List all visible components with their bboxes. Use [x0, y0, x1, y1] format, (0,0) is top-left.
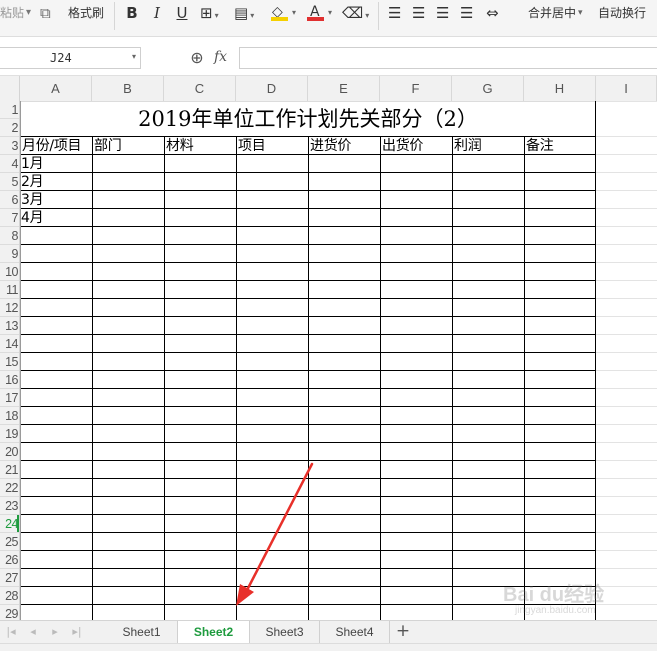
justify-icon[interactable]: ☰: [460, 0, 473, 26]
fill-color-swatch: [271, 17, 288, 21]
font-color-icon: A: [310, 4, 320, 20]
underline-button[interactable]: U: [174, 0, 190, 26]
border-icon[interactable]: ⊞ ▾: [200, 0, 219, 26]
next-sheet-icon[interactable]: ▸: [46, 623, 64, 641]
wrap-text-button[interactable]: 自动换行: [598, 0, 646, 26]
align-left-icon[interactable]: ☰: [388, 0, 401, 26]
last-sheet-icon[interactable]: ▸|: [68, 623, 86, 641]
fill-color-button[interactable]: ◇ ▾: [270, 0, 296, 26]
add-sheet-icon[interactable]: +: [393, 621, 413, 643]
align-right-icon[interactable]: ☰: [436, 0, 449, 26]
conditional-format-icon[interactable]: ▤ ▾: [234, 0, 254, 26]
sheet-tab-bar: |◂ ◂ ▸ ▸| Sheet1 Sheet2 Sheet3 Sheet4 +: [0, 620, 657, 643]
format-painter-button[interactable]: 格式刷: [68, 0, 104, 26]
align-center-icon[interactable]: ☰: [412, 0, 425, 26]
fx-icon[interactable]: fx: [214, 49, 227, 65]
copy-icon[interactable]: ⧉: [40, 0, 51, 26]
font-color-swatch: [307, 17, 324, 21]
paste-button[interactable]: 粘贴: [0, 0, 24, 26]
sheet-tab[interactable]: Sheet1: [106, 621, 178, 643]
eraser-icon[interactable]: ⌫ ▾: [342, 0, 369, 26]
chevron-down-icon[interactable]: ▾: [132, 52, 136, 61]
bold-button[interactable]: B: [124, 0, 140, 26]
ribbon-toolbar: 粘贴 ▾ ⧉ 格式刷 B I U ⊞ ▾ ▤ ▾ ◇ ▾ A ▾ ⌫ ▾ ☰ ☰ ☰ …: [0, 0, 657, 37]
merge-dropdown-icon[interactable]: ▾: [578, 0, 583, 26]
prev-sheet-icon[interactable]: ◂: [24, 623, 42, 641]
name-box[interactable]: J24 ▾: [0, 47, 141, 69]
arrow-shaft: [242, 462, 314, 598]
font-color-button[interactable]: A ▾: [306, 0, 332, 26]
fill-color-icon: ◇: [272, 4, 283, 20]
spreadsheet-grid: ABCDEFGHI 1 2 3 4 5 6 7 8 9 10 11 12 13 14 15 16 17 18 19 2…: [0, 76, 657, 620]
merge-center-button[interactable]: 合并居中: [528, 0, 576, 26]
ribbon-divider: [378, 2, 379, 30]
italic-button[interactable]: I: [150, 0, 164, 26]
sheet-tab[interactable]: Sheet4: [320, 621, 390, 643]
paste-dropdown-icon[interactable]: ▾: [26, 0, 31, 26]
name-box-value: J24: [50, 51, 72, 65]
ribbon-divider: [114, 2, 115, 30]
formula-input[interactable]: [239, 47, 657, 69]
first-sheet-icon[interactable]: |◂: [2, 623, 20, 641]
sheet-tab[interactable]: Sheet2: [178, 621, 250, 643]
arrow-head: [236, 584, 254, 606]
distribute-icon[interactable]: ⇔: [486, 0, 499, 26]
sheet-tab[interactable]: Sheet3: [250, 621, 320, 643]
annotation-arrow: [236, 462, 314, 606]
formula-bar: J24 ▾ ⊕ fx: [0, 37, 657, 76]
zoom-icon[interactable]: ⊕: [187, 48, 207, 68]
